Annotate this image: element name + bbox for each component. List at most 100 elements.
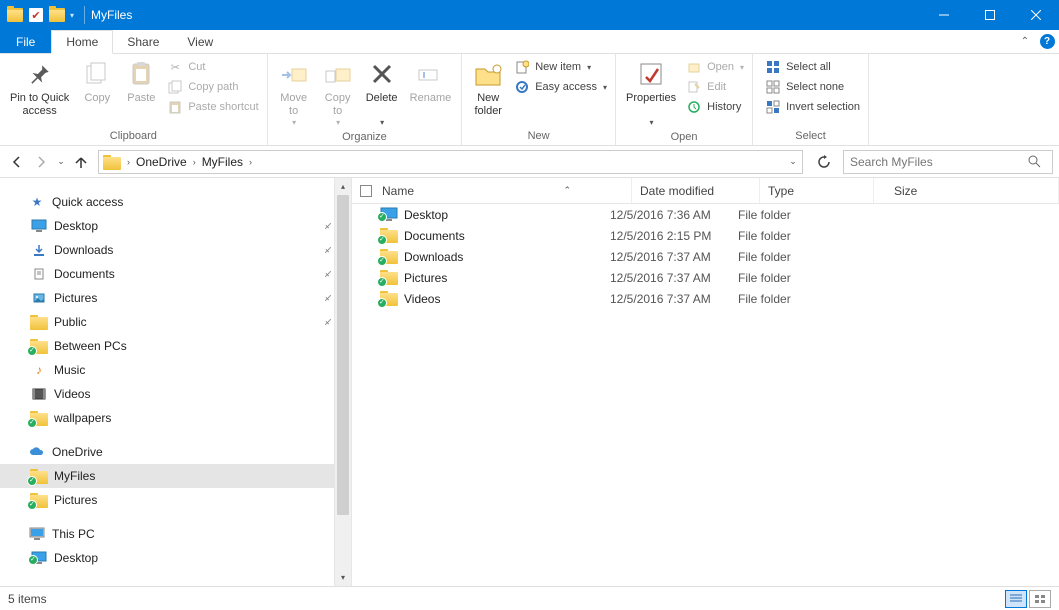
tree-od-pictures[interactable]: Pictures: [0, 488, 351, 512]
file-row[interactable]: Videos12/5/2016 7:37 AMFile folder: [352, 288, 1059, 309]
tree-myfiles[interactable]: MyFiles: [0, 464, 351, 488]
history-button[interactable]: History: [682, 98, 748, 116]
recent-locations-button[interactable]: ⌄: [54, 151, 68, 173]
file-date: 12/5/2016 7:37 AM: [610, 292, 738, 306]
address-dropdown-icon[interactable]: ⌄: [784, 156, 802, 167]
breadcrumb-onedrive[interactable]: OneDrive: [134, 155, 189, 169]
close-button[interactable]: [1013, 0, 1059, 30]
large-icons-view-button[interactable]: [1029, 590, 1051, 608]
refresh-button[interactable]: [811, 150, 837, 174]
scissors-icon: ✂: [167, 59, 183, 75]
invert-selection-button[interactable]: Invert selection: [761, 98, 864, 116]
file-name: Documents: [404, 229, 465, 243]
tree-between-pcs[interactable]: Between PCs: [0, 334, 351, 358]
tree-music[interactable]: ♪Music: [0, 358, 351, 382]
downloads-icon: [30, 242, 48, 258]
move-to-button[interactable]: Moveto▾: [272, 56, 316, 129]
column-type[interactable]: Type: [760, 178, 874, 203]
column-headers: Name⌃ Date modified Type Size: [352, 178, 1059, 204]
tree-documents[interactable]: Documents: [0, 262, 351, 286]
search-input[interactable]: [844, 155, 1028, 169]
maximize-button[interactable]: [967, 0, 1013, 30]
details-view-button[interactable]: [1005, 590, 1027, 608]
rename-button[interactable]: Rename: [404, 56, 458, 120]
folder-sync-icon: [380, 207, 398, 223]
new-item-button[interactable]: New item▾: [510, 58, 611, 76]
delete-button[interactable]: Delete▾: [360, 56, 404, 129]
scroll-down-icon[interactable]: ▾: [335, 569, 351, 586]
pin-icon: [323, 317, 333, 327]
tree-videos[interactable]: Videos: [0, 382, 351, 406]
select-all-checkbox[interactable]: [360, 185, 372, 197]
chevron-right-icon[interactable]: ›: [245, 157, 256, 167]
cut-button[interactable]: ✂Cut: [163, 58, 262, 76]
tree-public[interactable]: Public: [0, 310, 351, 334]
paste-shortcut-button[interactable]: Paste shortcut: [163, 98, 262, 116]
tree-onedrive[interactable]: OneDrive: [0, 440, 351, 464]
tree-pictures[interactable]: Pictures: [0, 286, 351, 310]
file-row[interactable]: Desktop12/5/2016 7:36 AMFile folder: [352, 204, 1059, 225]
copy-to-button[interactable]: Copyto▾: [316, 56, 360, 129]
scroll-up-icon[interactable]: ▴: [335, 178, 351, 195]
qat-customize-icon[interactable]: ▾: [70, 11, 74, 20]
search-icon[interactable]: [1028, 155, 1052, 168]
chevron-right-icon[interactable]: ›: [123, 157, 134, 167]
open-button[interactable]: Open▾: [682, 58, 748, 76]
file-name: Desktop: [404, 208, 448, 222]
easy-access-button[interactable]: Easy access▾: [510, 78, 611, 96]
group-clipboard: Pin to Quickaccess Copy Paste ✂Cut Copy …: [0, 54, 268, 145]
tree-wallpapers[interactable]: wallpapers: [0, 406, 351, 430]
address-folder-icon: [103, 155, 119, 169]
properties-button[interactable]: Properties▾: [620, 56, 682, 129]
address-bar[interactable]: › OneDrive › MyFiles › ⌄: [98, 150, 803, 174]
window-title: MyFiles: [91, 8, 132, 22]
column-date[interactable]: Date modified: [632, 178, 760, 203]
up-button[interactable]: [70, 151, 92, 173]
pin-icon: [24, 58, 56, 90]
tree-this-pc[interactable]: This PC: [0, 522, 351, 546]
folder-sync-icon: [380, 291, 398, 307]
breadcrumb-myfiles[interactable]: MyFiles: [200, 155, 245, 169]
paste-button[interactable]: Paste: [119, 56, 163, 120]
scroll-thumb[interactable]: [337, 195, 349, 515]
column-size[interactable]: Size: [874, 178, 1059, 203]
tab-file[interactable]: File: [0, 30, 51, 53]
search-box[interactable]: [843, 150, 1053, 174]
tab-view[interactable]: View: [173, 30, 227, 53]
tab-share[interactable]: Share: [113, 30, 173, 53]
copy-path-button[interactable]: Copy path: [163, 78, 262, 96]
tab-home[interactable]: Home: [51, 30, 113, 54]
file-row[interactable]: Downloads12/5/2016 7:37 AMFile folder: [352, 246, 1059, 267]
tree-pc-desktop[interactable]: Desktop: [0, 546, 351, 570]
history-icon: [686, 99, 702, 115]
chevron-right-icon[interactable]: ›: [189, 157, 200, 167]
qat-folder-icon[interactable]: [7, 8, 23, 22]
rename-icon: [414, 58, 446, 90]
copy-path-icon: [167, 79, 183, 95]
properties-icon: [635, 58, 667, 90]
column-name[interactable]: Name⌃: [374, 178, 632, 203]
pin-to-quick-access-button[interactable]: Pin to Quickaccess: [4, 56, 75, 120]
pc-icon: [28, 526, 46, 542]
qat-newfolder-icon[interactable]: [49, 8, 65, 22]
file-row[interactable]: Pictures12/5/2016 7:37 AMFile folder: [352, 267, 1059, 288]
back-button[interactable]: [6, 151, 28, 173]
select-all-button[interactable]: Select all: [761, 58, 864, 76]
minimize-button[interactable]: [921, 0, 967, 30]
tree-downloads[interactable]: Downloads: [0, 238, 351, 262]
file-row[interactable]: Documents12/5/2016 2:15 PMFile folder: [352, 225, 1059, 246]
new-folder-button[interactable]: Newfolder: [466, 56, 510, 120]
help-button[interactable]: ?: [1035, 30, 1059, 53]
tree-desktop[interactable]: Desktop: [0, 214, 351, 238]
tree-quick-access[interactable]: ★Quick access: [0, 190, 351, 214]
folder-sync-icon: [30, 492, 48, 508]
forward-button[interactable]: [30, 151, 52, 173]
tree-scrollbar[interactable]: ▴ ▾: [334, 178, 351, 586]
edit-button[interactable]: Edit: [682, 78, 748, 96]
ribbon-collapse-icon[interactable]: ⌃: [1015, 30, 1035, 53]
qat-properties-icon[interactable]: ✔: [29, 8, 43, 22]
select-none-button[interactable]: Select none: [761, 78, 864, 96]
delete-icon: [366, 58, 398, 90]
new-folder-icon: [472, 58, 504, 90]
copy-button[interactable]: Copy: [75, 56, 119, 120]
